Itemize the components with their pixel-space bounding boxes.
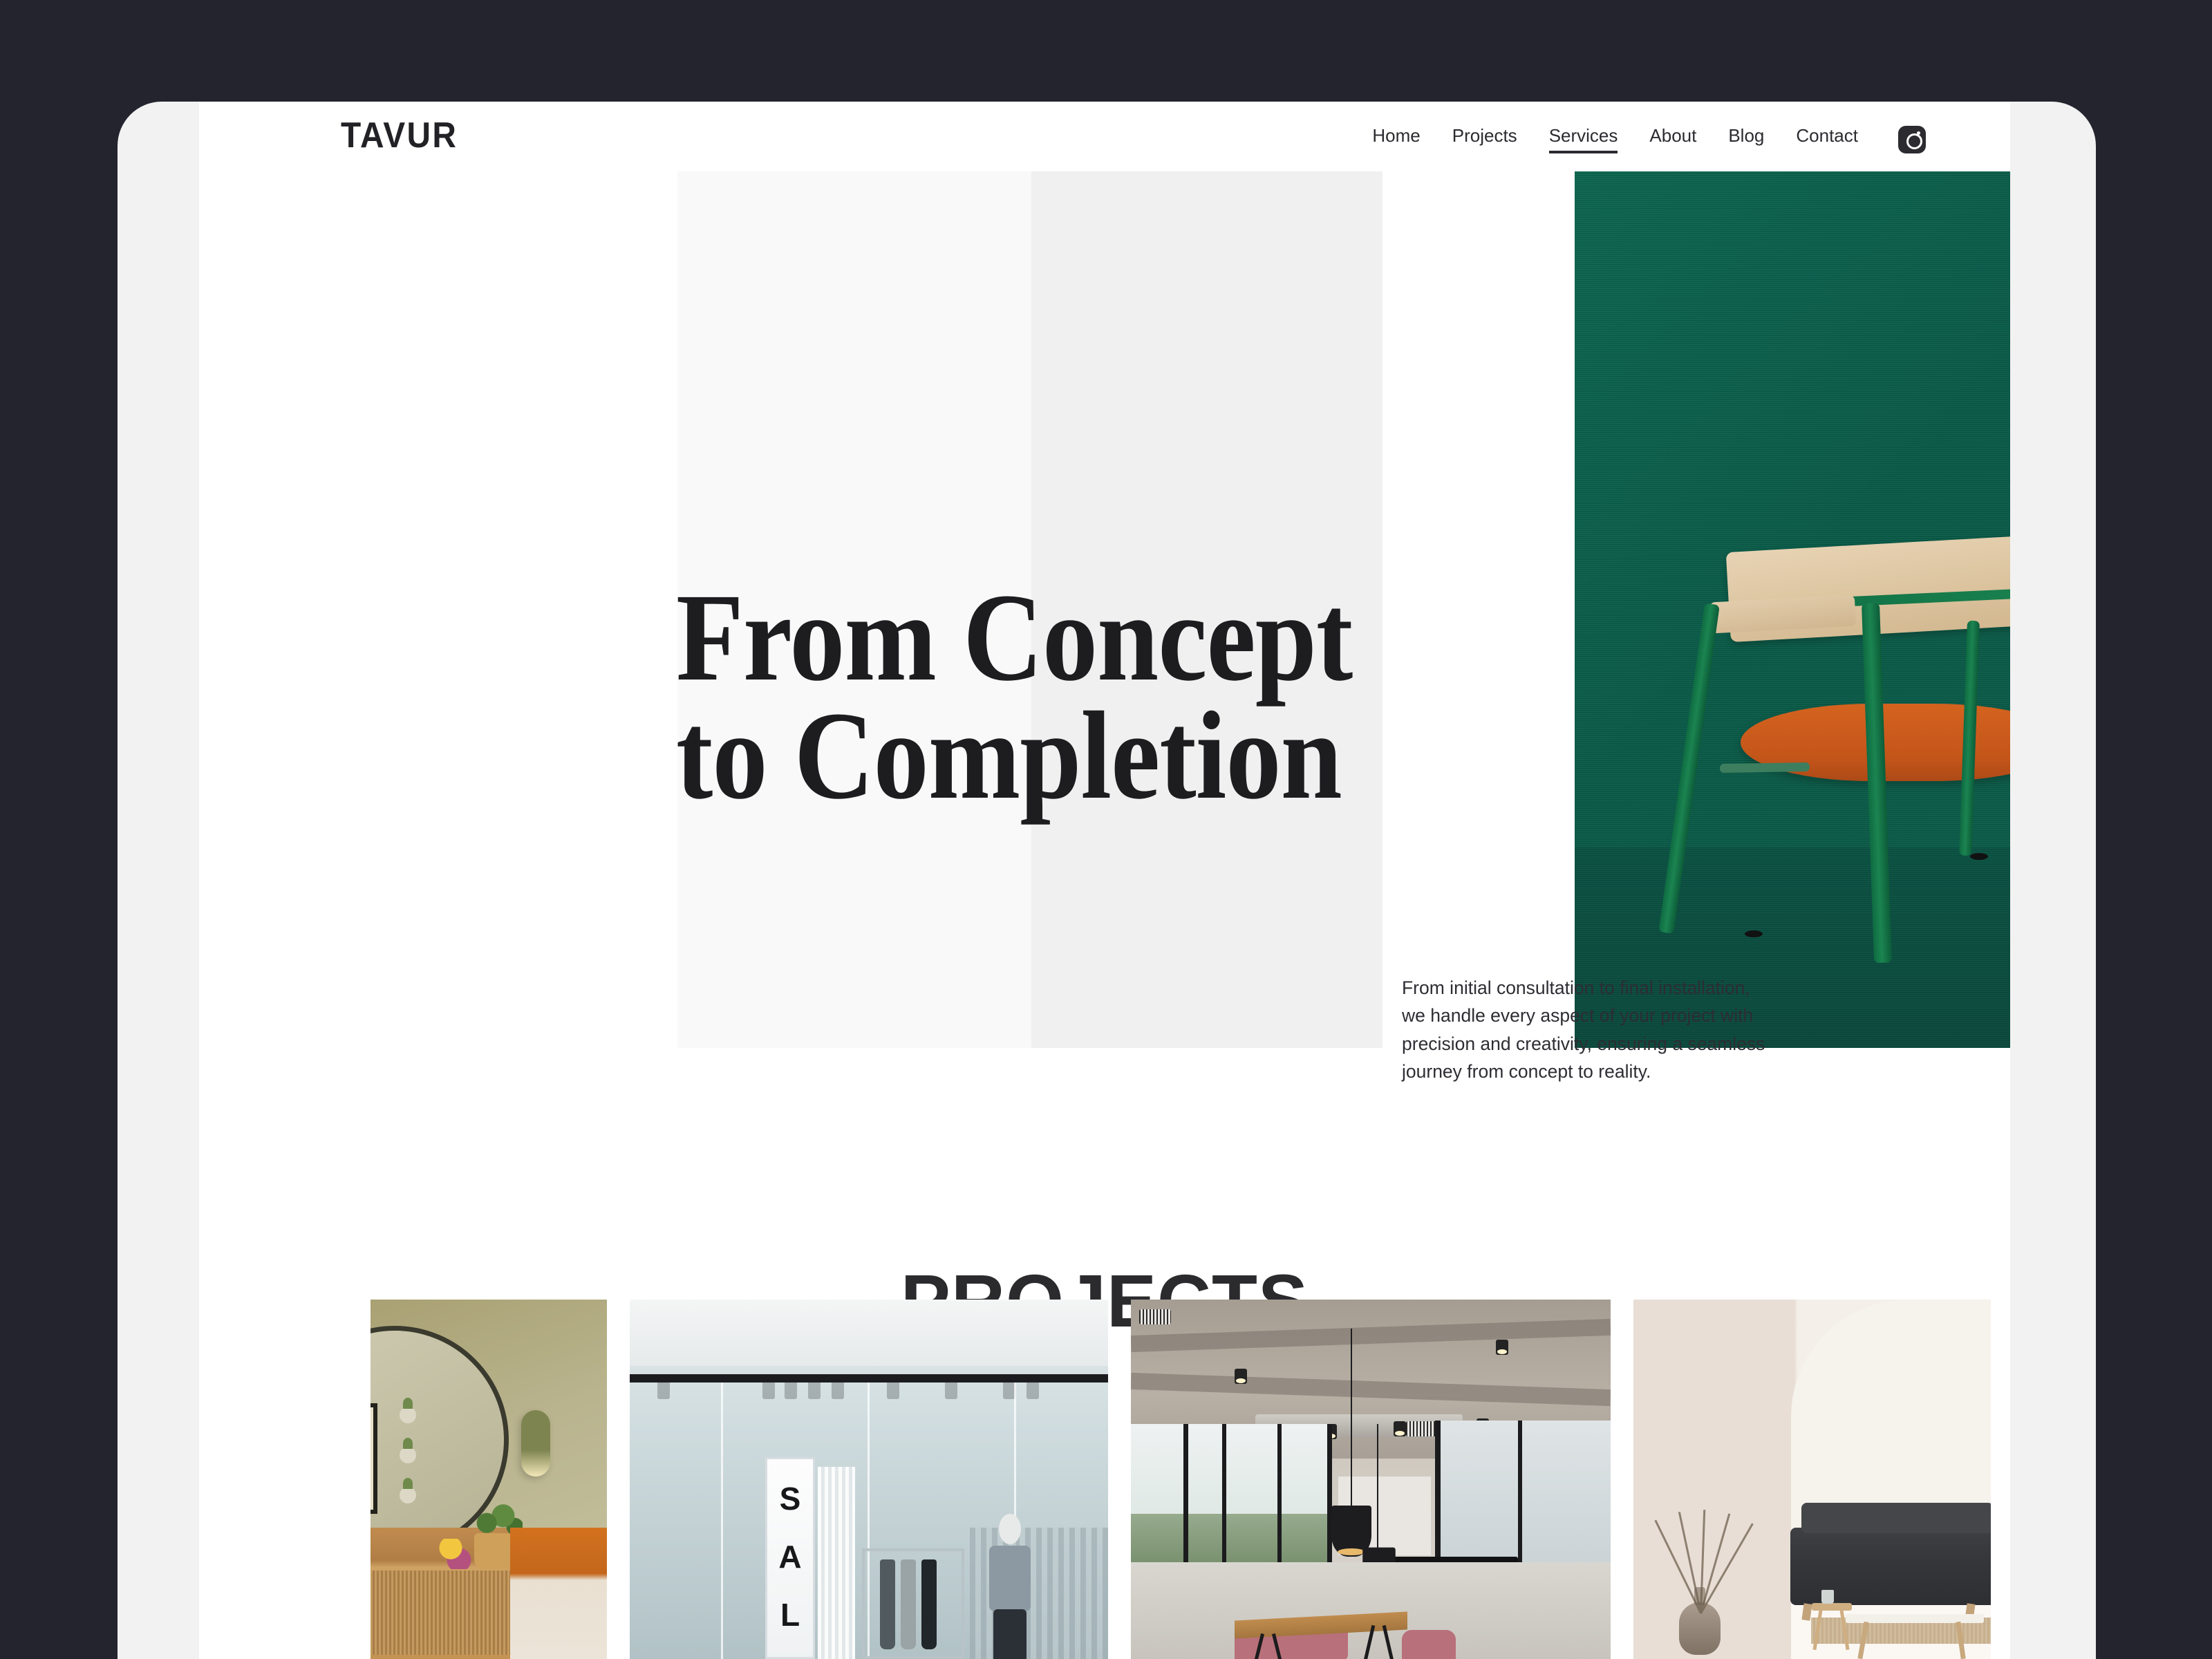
ceiling-vent [1406, 1421, 1438, 1436]
sale-sign-letter: A [778, 1539, 802, 1575]
projects-gallery: S A L E [371, 1300, 2010, 1659]
nav-item-projects[interactable]: Projects [1452, 125, 1517, 153]
wall-planter [400, 1478, 416, 1503]
display-rack [862, 1548, 964, 1659]
garment [921, 1559, 937, 1649]
flower-bowl [434, 1539, 476, 1569]
mannequin-head [999, 1514, 1021, 1544]
pendant-cord [1377, 1424, 1378, 1548]
wall-planter [400, 1438, 416, 1463]
project-card[interactable] [1131, 1300, 1611, 1659]
project-card[interactable] [371, 1300, 607, 1659]
sale-sign: S A L E [765, 1457, 815, 1659]
framed-art [371, 1403, 377, 1514]
nav-item-services[interactable]: Services [1548, 125, 1618, 154]
store-ceiling [630, 1300, 1108, 1366]
glass-mullion [721, 1382, 723, 1659]
instagram-icon[interactable] [1898, 125, 1926, 153]
hero-headline: From Concept to Completion [676, 568, 1353, 826]
wall-planter [400, 1398, 416, 1423]
nav-item-home[interactable]: Home [1372, 125, 1420, 153]
project-card[interactable] [1633, 1300, 1991, 1659]
ceiling-downlight [1496, 1340, 1508, 1355]
garment [901, 1559, 916, 1649]
sale-sign-letter: E [780, 1654, 801, 1659]
garment [880, 1559, 895, 1649]
mannequin-jacket [989, 1546, 1031, 1611]
ceiling-vent [1139, 1309, 1171, 1324]
fluted-column [818, 1467, 855, 1659]
project-card[interactable]: S A L E [630, 1300, 1108, 1659]
page-canvas: TAVUR Home Projects Services About Blog … [199, 102, 2010, 1659]
sale-sign-letter: L [780, 1597, 800, 1633]
site-logo[interactable]: TAVUR [341, 118, 458, 153]
ceiling-downlight [1235, 1369, 1247, 1384]
hero-image [1575, 171, 2010, 1048]
glass-vase [1679, 1587, 1721, 1655]
chair-foot-left [1745, 930, 1763, 937]
nav-item-about[interactable]: About [1649, 125, 1696, 153]
site-header: TAVUR Home Projects Services About Blog … [199, 102, 2010, 171]
wall-sconce [521, 1410, 550, 1477]
nav-item-blog[interactable]: Blog [1728, 125, 1764, 153]
browser-window: TAVUR Home Projects Services About Blog … [118, 102, 2096, 1659]
coffee-table [1846, 1614, 1984, 1659]
hero-paragraph: From initial consultation to final insta… [1402, 977, 1765, 1082]
dark-sofa [1790, 1503, 1991, 1621]
nav-item-contact[interactable]: Contact [1796, 125, 1858, 153]
mannequin-trousers [993, 1609, 1027, 1659]
wall-planters [400, 1398, 418, 1527]
sale-sign-letter: S [779, 1481, 801, 1517]
meeting-chair [1402, 1630, 1456, 1659]
chair-stretcher [1719, 762, 1810, 774]
mannequin [989, 1514, 1031, 1659]
coffee-mug [1821, 1590, 1834, 1604]
pendant-cord [1351, 1329, 1352, 1508]
main-navigation: Home Projects Services About Blog Contac… [1372, 125, 1926, 154]
sofa-backrest [1801, 1503, 1991, 1533]
chair-foot-back [1970, 853, 1988, 860]
hero-section: From Concept to Completion From initial … [199, 102, 2010, 1082]
accent-chair [510, 1528, 607, 1659]
ceiling-downlight [1394, 1421, 1406, 1436]
side-table [1812, 1603, 1852, 1651]
